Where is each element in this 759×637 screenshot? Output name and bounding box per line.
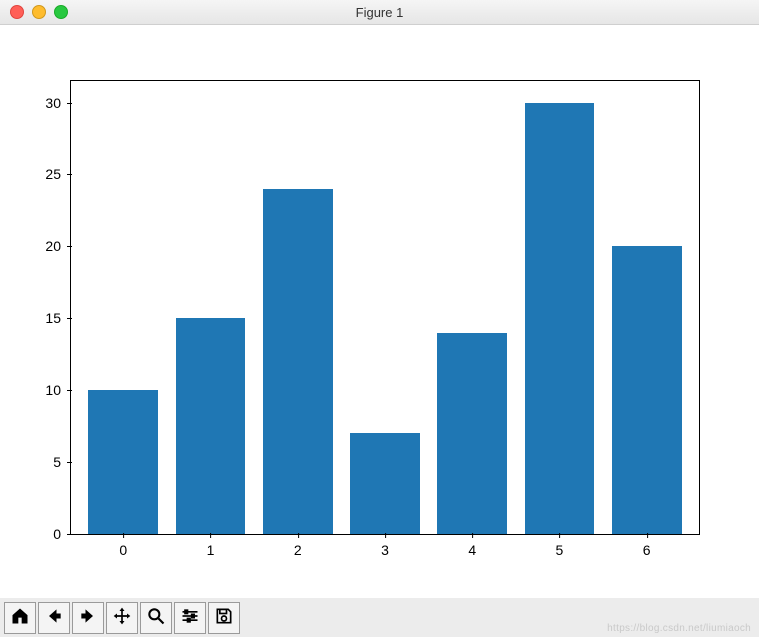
x-tick-label: 3	[381, 534, 389, 558]
chart-axes: 0123456051015202530	[70, 80, 700, 535]
x-tick-label: 2	[294, 534, 302, 558]
home-button[interactable]	[4, 602, 36, 634]
bar	[350, 433, 420, 534]
zoom-icon	[146, 606, 166, 631]
x-tick-label: 1	[207, 534, 215, 558]
matplotlib-toolbar: https://blog.csdn.net/liumiaoch	[0, 598, 759, 637]
x-tick-label: 6	[643, 534, 651, 558]
bar	[88, 390, 158, 534]
x-tick-label: 0	[119, 534, 127, 558]
configure-icon	[180, 606, 200, 631]
y-tick-label: 20	[45, 238, 71, 254]
forward-button[interactable]	[72, 602, 104, 634]
window-title: Figure 1	[0, 5, 759, 20]
bar	[263, 189, 333, 534]
y-tick-label: 30	[45, 95, 71, 111]
y-tick-label: 0	[53, 526, 71, 542]
bar	[437, 333, 507, 534]
window-titlebar: Figure 1	[0, 0, 759, 25]
y-tick-label: 5	[53, 454, 71, 470]
save-button[interactable]	[208, 602, 240, 634]
figure-canvas: 0 1 2 3 4 5 6 0 5 10 15 20 25 30	[0, 25, 759, 598]
x-tick-label: 4	[468, 534, 476, 558]
pan-icon	[112, 606, 132, 631]
bar	[612, 246, 682, 534]
forward-icon	[78, 606, 98, 631]
home-icon	[10, 606, 30, 631]
back-icon	[44, 606, 64, 631]
save-icon	[214, 606, 234, 631]
zoom-button[interactable]	[140, 602, 172, 634]
y-tick-label: 25	[45, 166, 71, 182]
bar	[525, 103, 595, 534]
watermark-text: https://blog.csdn.net/liumiaoch	[607, 623, 751, 634]
x-tick-label: 5	[556, 534, 564, 558]
back-button[interactable]	[38, 602, 70, 634]
y-tick-label: 15	[45, 310, 71, 326]
bar	[176, 318, 246, 534]
pan-button[interactable]	[106, 602, 138, 634]
configure-button[interactable]	[174, 602, 206, 634]
y-tick-label: 10	[45, 382, 71, 398]
